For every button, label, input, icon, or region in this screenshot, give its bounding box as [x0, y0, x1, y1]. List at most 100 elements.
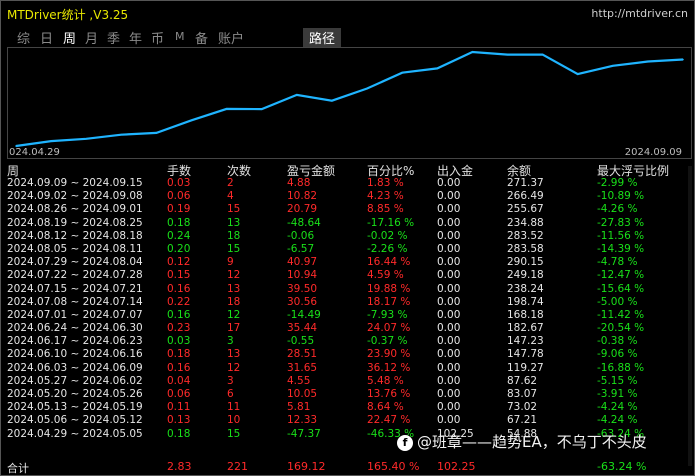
scrollbar[interactable]	[688, 166, 692, 466]
cell-pl: 4.55	[287, 374, 311, 387]
cell-pl: 28.51	[287, 348, 318, 361]
table-row[interactable]: 2024.09.02 ~ 2024.09.08 0.06 4 10.82 4.23 % 0…	[7, 190, 690, 203]
cell-io: 0.00	[437, 388, 461, 400]
cell-balance: 119.27	[507, 361, 544, 374]
cell-pl: 39.50	[287, 282, 318, 295]
tab-currency[interactable]: 币	[151, 28, 164, 47]
cell-maxdd: -4.26 %	[597, 203, 638, 216]
cell-pct: -17.16 %	[367, 216, 415, 229]
table-row[interactable]: 2024.07.01 ~ 2024.07.07 0.16 12 -14.49 -7.93…	[7, 309, 690, 322]
cell-count: 13	[227, 348, 241, 361]
cell-maxdd: -3.91 %	[597, 388, 638, 400]
table-row[interactable]: 2024.06.03 ~ 2024.06.09 0.16 12 31.65 36.12 …	[7, 362, 690, 375]
cell-pct: 22.47 %	[367, 414, 411, 427]
total-pl: 169.12	[287, 460, 326, 473]
cell-io: 0.00	[437, 177, 461, 189]
cell-count: 3	[227, 374, 234, 387]
weekly-table: 周 手数 次数 盈亏金额 百分比% 出入金 余额 最大浮亏比例 2024.09.…	[7, 162, 690, 441]
table-row[interactable]: 2024.07.15 ~ 2024.07.21 0.16 13 39.50 19.88 …	[7, 283, 690, 296]
table-row[interactable]: 2024.05.20 ~ 2024.05.26 0.06 6 10.05 13.76 %…	[7, 388, 690, 401]
cell-lots: 0.12	[167, 256, 191, 269]
cell-maxdd: -2.99 %	[597, 177, 638, 189]
table-row[interactable]: 2024.07.08 ~ 2024.07.14 0.22 18 30.56 18.17 …	[7, 296, 690, 309]
cell-balance: 182.67	[507, 322, 544, 335]
cell-week: 2024.09.09 ~ 2024.09.15	[7, 177, 143, 189]
total-lots: 2.83	[167, 460, 192, 473]
cell-count: 17	[227, 322, 241, 335]
cell-maxdd: -20.54 %	[597, 322, 645, 335]
balance-point	[506, 53, 509, 56]
cell-lots: 0.20	[167, 242, 191, 255]
table-row[interactable]: 2024.05.06 ~ 2024.05.12 0.13 10 12.33 22.47 …	[7, 414, 690, 427]
tab-path[interactable]: 路径	[303, 28, 342, 47]
cell-pct: -0.37 %	[367, 335, 408, 348]
site-link[interactable]: http://mtdriver.cn	[591, 7, 688, 20]
cell-lots: 0.24	[167, 229, 191, 242]
cell-pl: -14.49	[287, 308, 321, 321]
chart-start-date: 024.04.29	[9, 147, 60, 158]
cell-week: 2024.05.13 ~ 2024.05.19	[7, 401, 143, 414]
cell-io: 0.00	[437, 361, 461, 374]
table-row[interactable]: 2024.09.09 ~ 2024.09.15 0.03 2 4.88 1.83 % 0.…	[7, 177, 690, 190]
table-row[interactable]: 2024.07.29 ~ 2024.08.04 0.12 9 40.97 16.44 %…	[7, 256, 690, 269]
cell-week: 2024.08.19 ~ 2024.08.25	[7, 216, 143, 229]
cell-count: 15	[227, 242, 241, 255]
cell-count: 2	[227, 177, 234, 189]
cell-maxdd: -4.24 %	[597, 401, 638, 414]
cell-week: 2024.07.01 ~ 2024.07.07	[7, 308, 143, 321]
cell-lots: 0.06	[167, 190, 191, 203]
cell-maxdd: -14.39 %	[597, 242, 645, 255]
cell-maxdd: -10.89 %	[597, 190, 645, 203]
cell-lots: 0.18	[167, 216, 191, 229]
table-row[interactable]: 2024.06.24 ~ 2024.06.30 0.23 17 35.44 24.07 …	[7, 322, 690, 335]
tab-monthly[interactable]: 月	[85, 28, 98, 47]
cell-pct: 36.12 %	[367, 361, 411, 374]
table-row[interactable]: 2024.06.10 ~ 2024.06.16 0.18 13 28.51 23.90 …	[7, 348, 690, 361]
cell-week: 2024.07.22 ~ 2024.07.28	[7, 269, 143, 282]
cell-count: 13	[227, 282, 241, 295]
cell-count: 4	[227, 190, 234, 203]
cell-pct: 4.59 %	[367, 269, 404, 282]
tab-m[interactable]: M	[175, 30, 185, 43]
cell-lots: 0.16	[167, 282, 191, 295]
cell-count: 15	[227, 203, 241, 216]
tab-account[interactable]: 账户	[218, 28, 244, 47]
cell-week: 2024.08.12 ~ 2024.08.18	[7, 229, 143, 242]
balance-point	[50, 140, 52, 142]
cell-lots: 0.18	[167, 427, 191, 440]
balance-point	[401, 71, 403, 74]
cell-week: 2024.07.15 ~ 2024.07.21	[7, 282, 143, 295]
table-row[interactable]: 2024.07.22 ~ 2024.07.28 0.15 12 10.94 4.59 %…	[7, 269, 690, 282]
cell-io: 0.00	[437, 282, 461, 295]
cell-pct: -2.26 %	[367, 242, 408, 255]
cell-lots: 0.04	[167, 374, 191, 387]
tab-daily[interactable]: 日	[40, 28, 53, 47]
balance-line	[15, 50, 684, 148]
table-row[interactable]: 2024.08.12 ~ 2024.08.18 0.24 18 -0.06 -0.02 …	[7, 230, 690, 243]
cell-pct: -0.02 %	[367, 229, 408, 242]
cell-balance: 238.24	[507, 282, 544, 295]
tab-summary[interactable]: 综	[17, 28, 30, 47]
table-header: 周 手数 次数 盈亏金额 百分比% 出入金 余额 最大浮亏比例	[7, 162, 690, 178]
table-row[interactable]: 2024.05.27 ~ 2024.06.02 0.04 3 4.55 5.48 % 0.…	[7, 375, 690, 388]
cell-pl: 10.82	[287, 190, 318, 203]
cell-balance: 249.18	[507, 269, 544, 282]
tab-notes[interactable]: 备	[195, 28, 208, 47]
cell-pct: 13.76 %	[367, 388, 411, 400]
tab-yearly[interactable]: 年	[129, 28, 142, 47]
cell-maxdd: -15.64 %	[597, 282, 645, 295]
table-row[interactable]: 2024.08.26 ~ 2024.09.01 0.19 15 20.79 8.85 %…	[7, 203, 690, 216]
cell-week: 2024.06.10 ~ 2024.06.16	[7, 348, 143, 361]
table-row[interactable]: 2024.08.05 ~ 2024.08.11 0.20 15 -6.57 -2.26 …	[7, 243, 690, 256]
total-maxdd: -63.24 %	[597, 460, 647, 473]
cell-balance: 147.23	[507, 335, 544, 348]
cell-week: 2024.05.06 ~ 2024.05.12	[7, 414, 143, 427]
cell-pl: -0.55	[287, 335, 315, 348]
table-row[interactable]: 2024.06.17 ~ 2024.06.23 0.03 3 -0.55 -0.37 %…	[7, 335, 690, 348]
tab-quarterly[interactable]: 季	[107, 28, 120, 47]
table-row[interactable]: 2024.05.13 ~ 2024.05.19 0.11 11 5.81 8.64 % 0…	[7, 401, 690, 414]
tab-weekly[interactable]: 周	[63, 28, 76, 47]
watermark-logo-icon: f	[397, 435, 413, 451]
balance-chart-svg	[15, 50, 684, 148]
table-row[interactable]: 2024.08.19 ~ 2024.08.25 0.18 13 -48.64 -17.1…	[7, 217, 690, 230]
